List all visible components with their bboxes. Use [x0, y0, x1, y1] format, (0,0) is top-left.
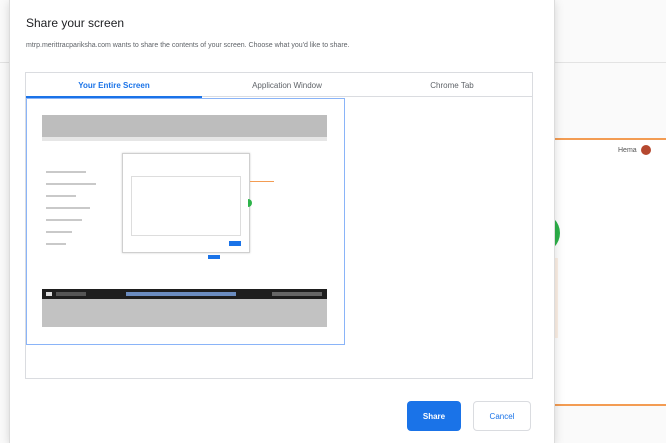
thumbnail-dialog: [122, 153, 250, 253]
background-content-area: [550, 140, 666, 404]
background-user-menu[interactable]: Hema: [618, 143, 651, 157]
cancel-button[interactable]: Cancel: [473, 401, 531, 431]
thumbnail-orange-line: [250, 181, 274, 182]
thumbnail-taskbar: [42, 289, 327, 299]
source-tabs: Your Entire Screen Application Window Ch…: [26, 73, 532, 98]
background-orange-line-bottom: [545, 404, 666, 406]
dialog-subtitle: mtrp.merittracpariksha.com wants to shar…: [26, 42, 350, 49]
share-screen-dialog: Share your screen mtrp.merittracpariksha…: [10, 0, 554, 443]
screen-thumbnail-option[interactable]: [26, 98, 345, 345]
tab-application-window[interactable]: Application Window: [202, 73, 372, 97]
thumbnail-bottom: [42, 299, 327, 327]
thumbnail-browser-bar: [42, 137, 327, 141]
share-button[interactable]: Share: [407, 401, 461, 431]
thumbnail-blue-button: [208, 255, 220, 259]
avatar: [640, 145, 651, 155]
screen-thumbnail: [42, 115, 327, 327]
thumbnail-sidebar: [46, 171, 116, 271]
tab-chrome-tab[interactable]: Chrome Tab: [372, 73, 532, 97]
dialog-title: Share your screen: [26, 16, 125, 30]
source-picker-panel: Your Entire Screen Application Window Ch…: [25, 72, 533, 379]
tab-entire-screen[interactable]: Your Entire Screen: [26, 73, 202, 98]
background-user-name: Hema: [618, 146, 637, 154]
background-orange-line: [545, 138, 666, 140]
